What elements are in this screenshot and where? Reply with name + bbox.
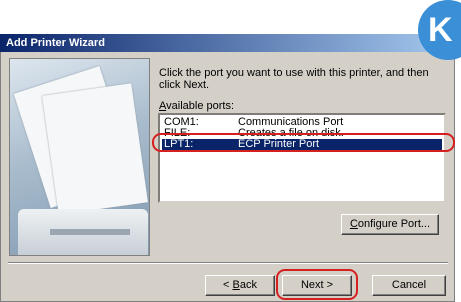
configure-port-button[interactable]: Configure Port... — [341, 214, 439, 235]
window-title: Add Printer Wizard — [0, 34, 455, 52]
wizard-printer-illustration — [9, 58, 150, 256]
next-annotation-circle — [276, 269, 358, 300]
instruction-text: Click the port you want to use with this… — [159, 67, 429, 91]
paper-sheet — [42, 83, 148, 215]
back-button[interactable]: < Back — [205, 275, 275, 296]
divider — [8, 262, 448, 264]
ports-listbox[interactable]: COM1: Communications Port FILE: Creates … — [158, 113, 446, 203]
printer-slot — [50, 229, 130, 235]
available-ports-label: Available ports: — [159, 100, 235, 112]
lpt1-annotation-circle — [152, 133, 455, 152]
cancel-button[interactable]: Cancel — [372, 275, 446, 296]
